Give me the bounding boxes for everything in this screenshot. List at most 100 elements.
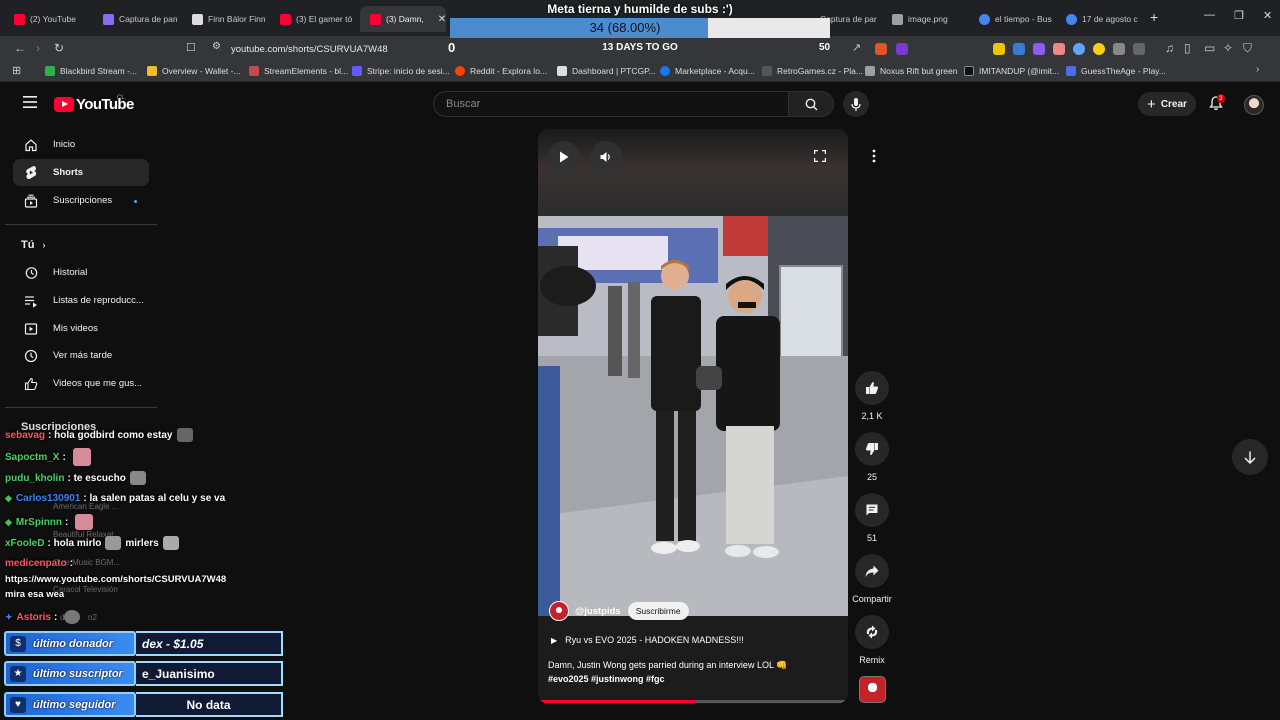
brave-shield-icon[interactable] bbox=[875, 43, 887, 55]
browser-tab[interactable]: el tiempo - Bus bbox=[979, 6, 1057, 32]
new-tab-icon[interactable]: + bbox=[1150, 9, 1158, 25]
browser-tab[interactable]: 17 de agosto c bbox=[1066, 6, 1144, 32]
next-short-button[interactable] bbox=[1232, 439, 1268, 475]
bookmark-item[interactable]: IMITANDUP (@imit... bbox=[964, 66, 1059, 76]
reload-icon[interactable]: ↻ bbox=[54, 41, 64, 55]
audio-track-link[interactable]: ▶ Ryu vs EVO 2025 - HADOKEN MADNESS!!! bbox=[551, 635, 744, 645]
browser-tab[interactable]: image.png bbox=[892, 6, 970, 32]
close-window-icon[interactable]: ✕ bbox=[1263, 9, 1272, 22]
extension-icon[interactable] bbox=[1073, 43, 1085, 55]
sidebar-item-playlists[interactable]: Listas de reproducc... bbox=[13, 287, 149, 314]
comment-icon bbox=[855, 493, 889, 527]
extension-icon[interactable] bbox=[1013, 43, 1025, 55]
vpn-icon[interactable]: ⛉ bbox=[1243, 41, 1252, 56]
subscribe-button[interactable]: Suscribirme bbox=[627, 602, 689, 620]
extension-icon[interactable] bbox=[1093, 43, 1105, 55]
channel-name[interactable]: @justpids bbox=[575, 606, 621, 617]
extension-icon[interactable] bbox=[1053, 43, 1065, 55]
youtube-logo[interactable]: YouTube CL bbox=[54, 95, 134, 113]
stripe-icon bbox=[352, 66, 362, 76]
sidebar-toggle-icon[interactable]: ▯ bbox=[1184, 41, 1191, 55]
bookmark-item[interactable]: StreamElements - bl... bbox=[249, 66, 348, 76]
account-avatar[interactable] bbox=[1244, 95, 1264, 115]
maximize-icon[interactable]: ❐ bbox=[1234, 9, 1244, 22]
share-button[interactable]: Compartir bbox=[851, 554, 893, 604]
bookmark-item[interactable]: Reddit - Explora lo... bbox=[455, 66, 547, 76]
channel-avatar[interactable] bbox=[549, 601, 569, 621]
chat-username: pudu_kholin bbox=[5, 472, 65, 484]
browser-tab[interactable]: (3) El gamer tó bbox=[280, 6, 358, 32]
sidebar-item-liked-videos[interactable]: Videos que me gus... bbox=[13, 370, 149, 397]
dislike-count: 25 bbox=[866, 472, 877, 482]
share-arrow-icon bbox=[855, 554, 889, 588]
bookmark-label: Noxus Rift but green bbox=[880, 66, 958, 76]
mute-button[interactable] bbox=[590, 141, 622, 173]
audio-source-thumbnail[interactable] bbox=[859, 676, 886, 703]
bookmark-item[interactable]: Dashboard | PTCGP... bbox=[557, 66, 656, 76]
bookmark-label: StreamElements - bl... bbox=[264, 66, 349, 76]
screenshot-favicon-icon bbox=[103, 13, 114, 25]
address-bar[interactable]: youtube.com/shorts/CSURVUA7W48 bbox=[231, 44, 388, 55]
share-page-icon[interactable]: ↗ bbox=[852, 41, 861, 54]
sidebar-item-label: Mis videos bbox=[53, 323, 98, 334]
alert-value-box: dex - $1.05 bbox=[136, 631, 283, 656]
media-control-icon[interactable]: ♫ bbox=[1165, 41, 1174, 55]
bookmark-item[interactable]: RetroGames.cz - Pla... bbox=[762, 66, 863, 76]
browser-tab-active[interactable]: (3) Damn, ✕ bbox=[360, 6, 446, 32]
sidebar-item-suscripciones[interactable]: Suscripciones bbox=[13, 187, 149, 214]
thumbs-up-icon bbox=[22, 377, 40, 391]
bookmark-icon[interactable]: ☐ bbox=[186, 41, 196, 54]
back-icon[interactable]: ← bbox=[14, 41, 26, 55]
site-info-icon[interactable]: ⚙ bbox=[212, 41, 221, 52]
extension-icon[interactable] bbox=[1033, 43, 1045, 55]
bookmarks-overflow-icon[interactable]: › bbox=[1256, 64, 1259, 75]
chat-username: sebavag bbox=[5, 429, 46, 441]
alert-value: e_Juanisimo bbox=[142, 666, 215, 681]
bookmark-item[interactable]: Marketplace - Acqu... bbox=[660, 66, 755, 76]
forward-icon[interactable]: › bbox=[36, 41, 40, 55]
emote-icon bbox=[64, 610, 81, 624]
browser-tab[interactable]: (2) YouTube bbox=[14, 6, 92, 32]
create-button[interactable]: + Crear bbox=[1138, 92, 1196, 116]
extension-icon[interactable] bbox=[1133, 43, 1145, 55]
video-progress-bar[interactable] bbox=[538, 700, 848, 703]
sidebar-item-shorts[interactable]: Shorts bbox=[13, 159, 149, 186]
sidebar-item-historial[interactable]: Historial bbox=[13, 259, 149, 286]
bookmark-item[interactable]: Blackbird Stream -... bbox=[45, 66, 137, 76]
bookmark-item[interactable]: Overview - Wallet -... bbox=[147, 66, 241, 76]
dislike-button[interactable]: 25 bbox=[851, 432, 893, 482]
apps-grid-icon[interactable]: ⊞ bbox=[12, 64, 21, 77]
sidebar-you-header[interactable]: Tú › bbox=[21, 239, 45, 251]
chat-username: xFooleD bbox=[5, 537, 45, 549]
ai-sparkle-icon[interactable]: ✧ bbox=[1223, 41, 1233, 55]
shorts-player[interactable]: @justpids Suscribirme ▶ Ryu vs EVO 2025 … bbox=[538, 129, 848, 704]
wallet-icon[interactable]: ▭ bbox=[1204, 41, 1215, 55]
bookmark-item[interactable]: Noxus Rift but green bbox=[865, 66, 957, 76]
sidebar-item-ver-mas-tarde[interactable]: Ver más tarde bbox=[13, 342, 149, 369]
voice-search-button[interactable] bbox=[843, 91, 869, 117]
comments-button[interactable]: 51 bbox=[851, 493, 893, 543]
sidebar-item-mis-videos[interactable]: Mis videos bbox=[13, 315, 149, 342]
sidebar-item-inicio[interactable]: Inicio bbox=[13, 131, 149, 158]
remix-button[interactable]: Remix bbox=[851, 615, 893, 665]
browser-tab[interactable]: Captura de pan bbox=[103, 6, 185, 32]
puzzle-icon[interactable] bbox=[1113, 43, 1125, 55]
chat-username: MrSpinnn bbox=[15, 516, 63, 528]
play-button[interactable] bbox=[548, 141, 580, 173]
chat-username: Astoris bbox=[16, 611, 51, 623]
bookmark-item[interactable]: GuessTheAge - Play... bbox=[1066, 66, 1166, 76]
fullscreen-icon[interactable] bbox=[814, 150, 826, 162]
chat-message: ◆ Carlos130901: la salen patas al celu y … bbox=[5, 493, 226, 504]
more-options-icon[interactable] bbox=[872, 149, 876, 163]
hamburger-menu-icon[interactable] bbox=[23, 96, 37, 108]
like-button[interactable]: 2,1 K bbox=[851, 371, 893, 421]
bookmark-item[interactable]: Stripe: inicio de sesi... bbox=[352, 66, 450, 76]
hashtags[interactable]: #evo2025 #justinwong #fgc bbox=[548, 672, 838, 686]
search-button[interactable] bbox=[789, 91, 834, 117]
minimize-icon[interactable]: — bbox=[1204, 9, 1215, 21]
close-tab-icon[interactable]: ✕ bbox=[438, 14, 446, 25]
search-input[interactable] bbox=[446, 98, 776, 110]
extension-icon[interactable] bbox=[993, 43, 1005, 55]
rewards-icon[interactable] bbox=[896, 43, 908, 55]
browser-tab[interactable]: Finn Bálor Finn bbox=[192, 6, 270, 32]
